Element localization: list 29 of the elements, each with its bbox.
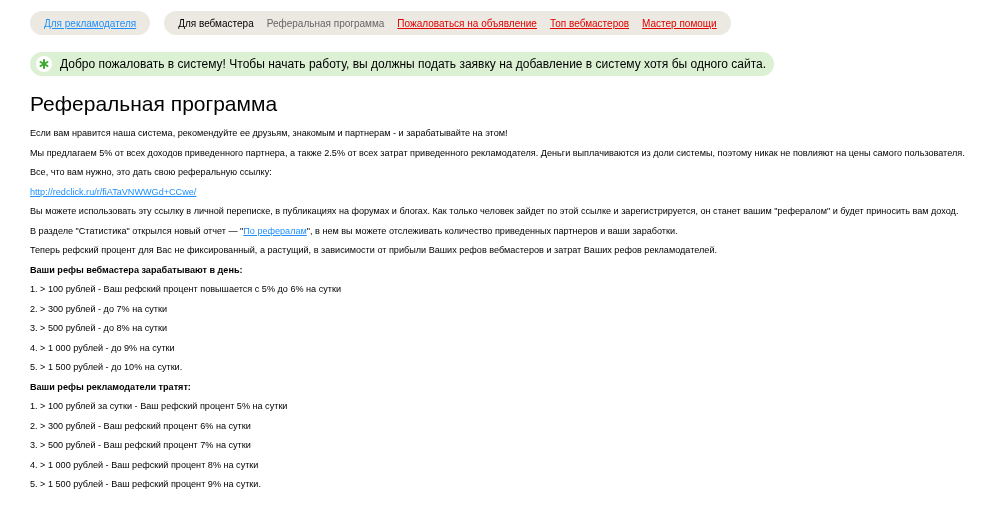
section-heading: Ваши рефы вебмастера зарабатывают в день: bbox=[30, 264, 243, 275]
referral-link[interactable]: http://redclick.ru/r/fiATaVNWWGd+CCwe/ bbox=[30, 186, 197, 197]
paragraph: 3. > 500 рублей - Ваш рефский процент 7% на сутки bbox=[30, 440, 251, 450]
paragraph: Мы предлагаем 5% от всех доходов приведенного партнера, а также 2.5% от всех затрат приведенного рекламодателя. Деньги выплачиваются из доли системы, поэтому никак не повлияют на цены самого пользователя. bbox=[30, 147, 965, 158]
paragraph: 5. > 1 500 рублей - Ваш рефский процент 9% на сутки. bbox=[30, 479, 261, 489]
nav-link[interactable]: Для вебмастера bbox=[178, 15, 254, 31]
paragraph: 4. > 1 000 рублей - до 9% на сутки bbox=[30, 342, 175, 353]
nav-link[interactable]: Мастер помощи bbox=[642, 15, 717, 31]
paragraph: 3. > 500 рублей - до 8% на сутки bbox=[30, 323, 168, 333]
paragraph: Вы можете использовать эту ссылку в личной переписке, в публикациях на форумах и блогах. Как только человек зайдет по этой ссылке и зарегистрируется, он станет вашим "рефералом" и будет приносить вам доход. bbox=[30, 206, 959, 216]
paragraph: 5. > 1 500 рублей - до 10% на сутки. bbox=[30, 362, 183, 372]
paragraph: Теперь рефский процент для Вас не фиксированный, а растущий, в зависимости от прибыли Ваших рефов вебмастеров и затрат Ваших рефов рекламодателей. bbox=[30, 245, 717, 255]
current-page-label[interactable]: Реферальная программа bbox=[266, 15, 385, 31]
paragraph: В разделе "Статистика" открылся новый отчет — "По рефералам", в нем вы можете отслеживать количество приведенных партнеров и ваши заработки. bbox=[30, 225, 678, 236]
paragraph: Если вам нравится наша система, рекомендуйте ее друзьям, знакомым и партнерам - и зарабатывайте на этом! bbox=[30, 128, 508, 138]
paragraph: 2. > 300 рублей - Ваш рефский процент 6% на сутки bbox=[30, 420, 251, 431]
section-heading: Ваши рефы рекламодатели тратят: bbox=[30, 381, 191, 392]
paragraph: 2. > 300 рублей - до 7% на сутки bbox=[30, 303, 168, 314]
asterisk-icon bbox=[36, 56, 52, 72]
nav-link[interactable]: Для рекламодателя bbox=[44, 15, 137, 31]
nav-link[interactable]: Пожаловаться на объявление bbox=[397, 15, 537, 31]
paragraph: 1. > 100 рублей за сутки - Ваш рефский процент 5% на сутки bbox=[30, 401, 288, 411]
paragraph: Все, что вам нужно, это дать свою реферальную ссылку: bbox=[30, 167, 272, 177]
nav-link[interactable]: Топ вебмастеров bbox=[549, 15, 630, 31]
paragraph: 1. > 100 рублей - Ваш рефский процент повышается с 5% до 6% на сутки bbox=[30, 284, 341, 294]
report-link[interactable]: По рефералам bbox=[243, 225, 307, 236]
page-heading: Реферальная программа bbox=[30, 91, 279, 117]
paragraph: 4. > 1 000 рублей - Ваш рефский процент 8% на сутки bbox=[30, 459, 259, 470]
notice-text: Добро пожаловать в систему! Чтобы начать работу, вы должны подать заявку на добавление в систему хотя бы одного сайта. bbox=[60, 56, 767, 73]
